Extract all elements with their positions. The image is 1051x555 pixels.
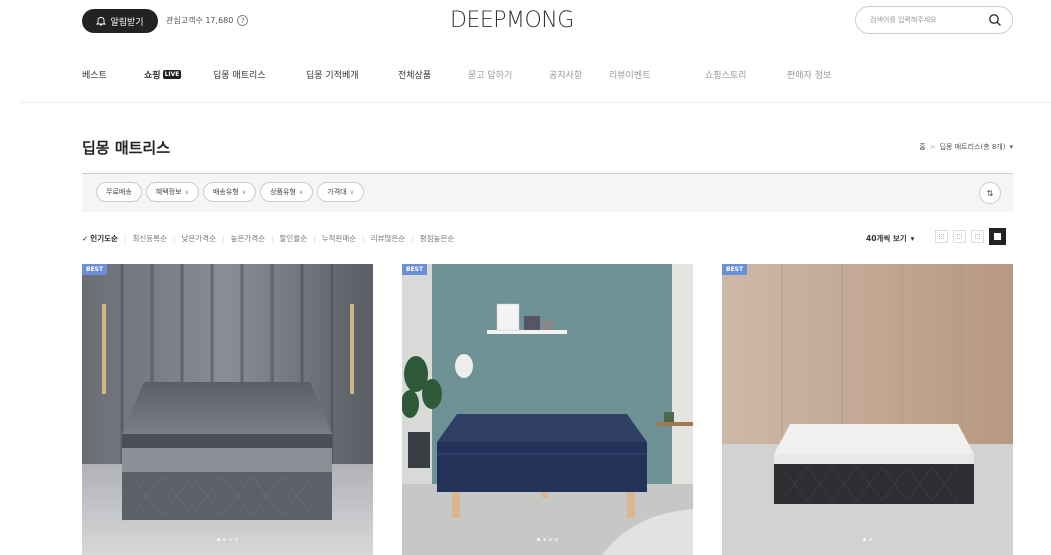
filter-chip-label: 혜택정보 (155, 188, 182, 196)
nav-item-seller-info[interactable]: 판매자 정보 (787, 68, 831, 81)
best-badge: BEST (82, 264, 108, 275)
chevron-down-icon: ∨ (184, 188, 189, 196)
interest-count: 관심고객수 17,680 ? (166, 15, 249, 26)
chevron-down-icon: ∨ (241, 188, 247, 196)
best-badge: BEST (402, 264, 428, 275)
nav-item-pillow[interactable]: 딥몽 기적베개 (306, 68, 398, 81)
breadcrumb-separator: > (929, 143, 936, 151)
filter-chip-label: 상품유형 (270, 188, 296, 196)
product-card[interactable]: BEST (722, 264, 1013, 555)
sort-option-label: 낮은가격순 (181, 234, 216, 243)
filter-toggle-icon[interactable]: ⇅ (979, 182, 1001, 204)
sort-option-label: 평점높은순 (419, 234, 455, 243)
filter-bar: 무료배송 혜택정보 ∨ 배송유형 ∨ 상품유형 ∨ 가격대 ∨ ⇅ (82, 173, 1013, 212)
product-image[interactable] (402, 264, 693, 555)
main-nav: 베스트 쇼핑 LIVE 딥몽 매트리스 딥몽 기적베개 전체상품 묻고 답하기 … (82, 68, 831, 81)
list-view-icon[interactable] (935, 230, 948, 243)
nav-item-shopping-live[interactable]: 쇼핑 LIVE (144, 68, 213, 81)
carousel-dots[interactable] (402, 538, 693, 541)
sort-option-label: 최신등록순 (132, 234, 167, 243)
store-logo[interactable]: DEEPMONG (450, 8, 574, 33)
nav-item-best[interactable]: 베스트 (82, 68, 144, 81)
nav-item-review-event[interactable]: 리뷰이벤트 (609, 68, 705, 81)
large-grid-view-icon[interactable] (989, 228, 1006, 245)
carousel-dots[interactable] (82, 538, 373, 541)
filter-chip-label: 배송유형 (212, 188, 239, 196)
filter-chip[interactable]: 가격대 ∨ (317, 182, 365, 202)
sort-option-label: 인기도순 (90, 234, 118, 243)
interest-label: 관심고객수 17,680 (166, 16, 234, 25)
sort-option-label: 높은가격순 (230, 234, 266, 243)
sort-option[interactable]: 리뷰많은순 (371, 233, 406, 244)
nav-item-label: 쇼핑 (144, 71, 161, 81)
sort-option[interactable]: 누적판매순 (322, 233, 357, 244)
sort-separator: | (271, 234, 274, 243)
sort-separator: | (221, 234, 225, 243)
filter-chip[interactable]: 무료배송 (96, 182, 142, 202)
sort-option[interactable]: 평점높은순 (420, 233, 455, 244)
small-grid-view-icon[interactable] (953, 230, 966, 243)
view-count-label: 40개씩 보기 (866, 234, 907, 243)
filter-chip[interactable]: 혜택정보 ∨ (145, 182, 199, 202)
notify-label: 알림받기 (110, 17, 144, 28)
sort-option[interactable]: 낮은가격순 (181, 233, 216, 244)
best-badge: BEST (722, 264, 748, 275)
sort-option[interactable]: 높은가격순 (231, 233, 266, 244)
bell-icon (96, 17, 107, 26)
chevron-down-icon: ∨ (349, 188, 355, 196)
nav-item-qna[interactable]: 묻고 답하기 (468, 68, 549, 81)
sort-option[interactable]: ✓ 인기도순 (82, 233, 118, 244)
filter-chip-label: 가격대 (327, 188, 347, 196)
nav-item-mattress[interactable]: 딥몽 매트리스 (213, 68, 306, 81)
product-image[interactable] (82, 264, 373, 555)
sort-option-label: 누적판매순 (321, 234, 357, 243)
chevron-down-icon: ▾ (910, 234, 915, 243)
filter-chips: 무료배송 혜택정보 ∨ 배송유형 ∨ 상품유형 ∨ 가격대 ∨ (96, 182, 365, 202)
breadcrumb-current[interactable]: 딥몽 매트리스(총 8개) (940, 142, 1006, 152)
nav-item-shopping-story[interactable]: 쇼핑스토리 (705, 68, 787, 81)
search-input[interactable] (870, 16, 985, 24)
notify-button[interactable]: 알림받기 (82, 9, 158, 33)
search-icon[interactable] (988, 13, 1002, 27)
medium-grid-view-icon[interactable] (971, 230, 984, 243)
filter-chip-label: 무료배송 (106, 188, 132, 196)
sort-separator: | (362, 234, 365, 243)
sort-separator: | (123, 234, 127, 243)
check-icon: ✓ (82, 234, 89, 243)
breadcrumb: 홈 > 딥몽 매트리스(총 8개) ▾ (919, 142, 1013, 152)
view-mode-switcher (935, 228, 1006, 245)
sort-separator: | (313, 234, 316, 243)
search-box[interactable] (855, 6, 1013, 34)
sort-option[interactable]: 최신등록순 (132, 233, 167, 244)
sort-option[interactable]: 할인율순 (280, 233, 308, 244)
view-count-select[interactable]: 40개씩 보기 ▾ (866, 233, 914, 244)
sort-separator: | (172, 234, 176, 243)
help-icon[interactable]: ? (237, 15, 249, 26)
sort-option-label: 할인율순 (279, 234, 308, 243)
header-divider (20, 102, 1051, 103)
chevron-down-icon: ∨ (298, 188, 304, 196)
breadcrumb-home[interactable]: 홈 (919, 142, 925, 152)
sort-option-label: 리뷰많은순 (370, 234, 406, 243)
product-card[interactable]: BEST (82, 264, 373, 555)
chevron-down-icon[interactable]: ▾ (1009, 143, 1013, 151)
nav-item-all-products[interactable]: 전체상품 (398, 68, 468, 81)
product-image[interactable] (722, 264, 1013, 555)
filter-chip[interactable]: 배송유형 ∨ (202, 182, 257, 202)
live-badge: LIVE (162, 70, 182, 79)
page-title: 딥몽 매트리스 (82, 139, 171, 157)
sort-options: ✓ 인기도순 | 최신등록순 | 낮은가격순 | 높은가격순 | 할인율순 | 누적판매순 | 리뷰많은순… (82, 233, 454, 244)
filter-chip[interactable]: 상품유형 ∨ (260, 182, 314, 202)
nav-item-notice[interactable]: 공지사항 (549, 68, 609, 81)
carousel-dots[interactable] (722, 538, 1013, 541)
sort-separator: | (411, 234, 414, 243)
product-card[interactable]: BEST (402, 264, 693, 555)
